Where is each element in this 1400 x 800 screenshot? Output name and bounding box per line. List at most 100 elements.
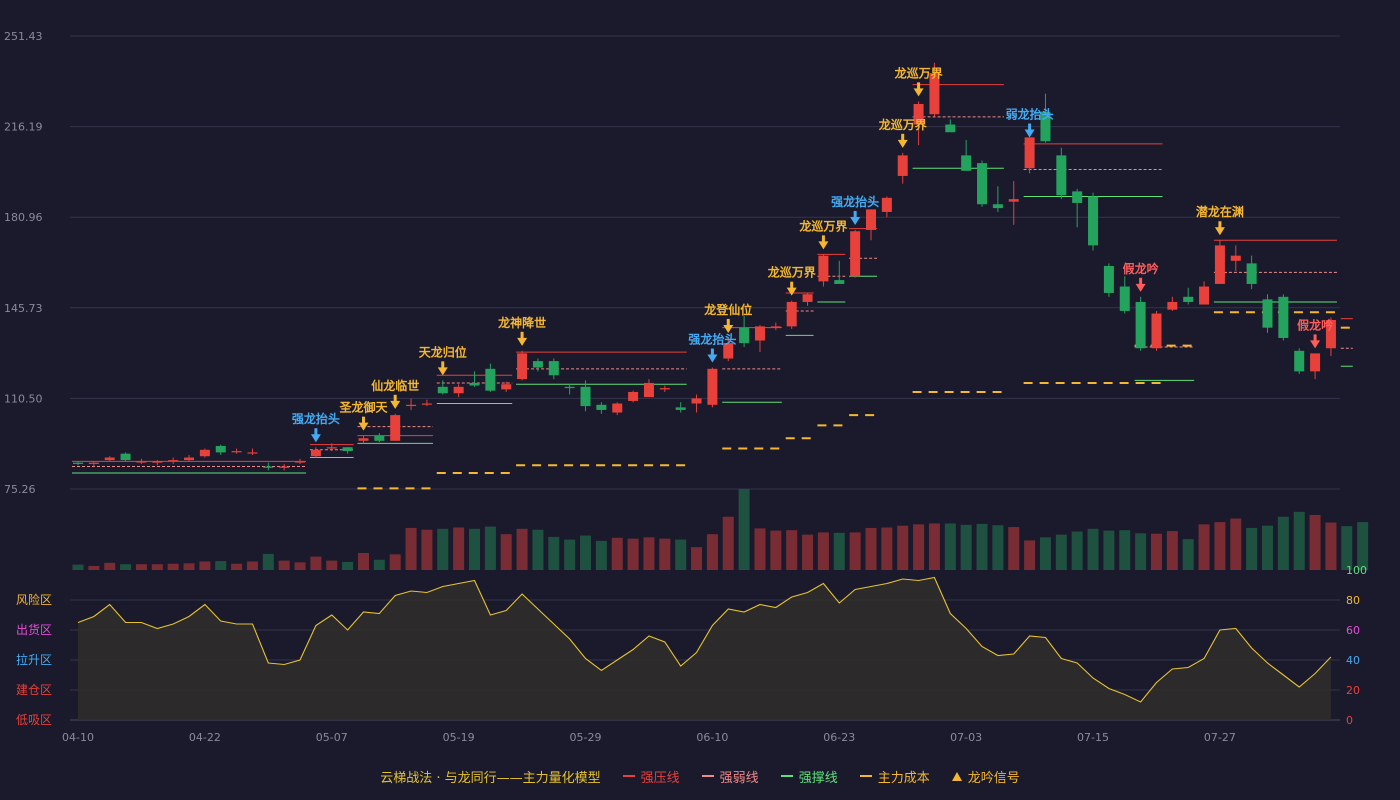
signal-label: 假龙吟 — [1297, 317, 1333, 332]
candle-body — [834, 280, 845, 284]
candle-body — [1072, 191, 1083, 203]
candle — [977, 160, 988, 207]
candle-body — [1024, 137, 1035, 169]
candle — [786, 300, 797, 329]
signal-arrow-stem — [393, 394, 397, 402]
osc-tick-label: 80 — [1346, 594, 1360, 607]
candle-body — [517, 353, 528, 380]
signal-arrow-stem — [1218, 221, 1222, 229]
candle-body — [1310, 353, 1321, 372]
candle-body — [295, 461, 306, 463]
signal-label: 龙巡万界 — [895, 65, 943, 80]
signal-arrow-stem — [821, 235, 825, 243]
legend-label-cost: 主力成本 — [877, 770, 930, 786]
candle-body — [1008, 199, 1019, 202]
candle-body — [707, 368, 718, 405]
candle-body — [1088, 196, 1099, 246]
signal-label: 强龙抬头 — [831, 194, 879, 209]
candle — [279, 463, 290, 471]
signal-arrow-icon — [897, 139, 908, 148]
candle — [247, 448, 258, 455]
signal-arrow-icon — [517, 337, 528, 346]
price-tick-label: 145.73 — [4, 302, 43, 315]
volume-bar — [1008, 527, 1020, 570]
candle-body — [104, 457, 115, 461]
signal-label: 圣龙御天 — [338, 400, 388, 415]
candle — [1262, 294, 1273, 333]
candle-body — [564, 386, 575, 389]
candle-body — [739, 327, 750, 344]
candle-body — [358, 438, 369, 441]
candle — [866, 209, 876, 241]
legend-item-weak[interactable]: 强弱线 — [701, 767, 759, 786]
legend-title-text: 云梯战法 · 与龙同行——主力量化模型 — [380, 770, 601, 786]
candle — [1214, 240, 1225, 284]
resistance-line-swatch — [622, 775, 635, 777]
volume-bar — [1135, 533, 1147, 570]
candle — [453, 384, 464, 398]
volume-bar — [564, 539, 576, 570]
candle-body — [1183, 296, 1194, 302]
candle — [596, 402, 607, 414]
candle — [1135, 296, 1146, 351]
volume-bar — [627, 538, 639, 570]
candle — [548, 358, 559, 380]
osc-tick-label: 100 — [1346, 564, 1367, 577]
candle-body — [501, 384, 512, 390]
candle-body — [184, 457, 195, 461]
signal-label: 仙龙临世 — [371, 378, 419, 393]
candle-body — [231, 451, 242, 453]
volume-bar — [215, 561, 227, 570]
volume-bar — [643, 537, 655, 570]
signal-label: 假龙吟 — [1123, 261, 1159, 276]
legend-title: 云梯战法 · 与龙同行——主力量化模型 — [380, 767, 600, 786]
signal-arrow-icon — [1024, 129, 1035, 138]
candle-body — [1214, 245, 1225, 284]
signal-label: 天龙归位 — [419, 344, 467, 359]
signal-arrow-stem — [441, 361, 445, 369]
candle-body — [945, 124, 956, 133]
volume-bar — [1182, 539, 1194, 570]
volume-bar — [262, 553, 274, 570]
volume-bar — [1071, 531, 1083, 570]
candle — [104, 456, 115, 462]
signal-arrow-stem — [901, 133, 905, 141]
signal-arrow-stem — [1313, 334, 1317, 342]
candle-body — [992, 204, 1003, 209]
price-tick-label: 180.96 — [4, 211, 43, 224]
volume-bar — [1293, 511, 1305, 570]
signal-marker: 强龙抬头 — [292, 411, 340, 443]
signal-arrow-stem — [314, 428, 318, 436]
legend-item-support[interactable]: 强撑线 — [780, 767, 838, 786]
legend-item-resistance[interactable]: 强压线 — [622, 767, 680, 786]
candle-body — [1151, 313, 1162, 349]
candle — [850, 229, 861, 278]
signal-markers: 强龙抬头圣龙御天仙龙临世天龙归位龙神降世强龙抬头龙登仙位龙巡万界龙巡万界强龙抬头… — [292, 65, 1333, 443]
candle — [120, 452, 131, 462]
candle — [770, 322, 781, 331]
candle-body — [675, 407, 686, 410]
candle — [485, 363, 496, 392]
candle — [1072, 188, 1083, 228]
candle — [1167, 296, 1178, 311]
candle-body — [1103, 265, 1114, 293]
volume-bar — [326, 560, 338, 570]
candle-body — [120, 453, 131, 461]
candle — [612, 402, 623, 416]
legend-item-signal[interactable]: 龙吟信号 — [951, 767, 1020, 786]
candle — [675, 402, 686, 413]
volume-bar — [231, 563, 243, 570]
volume-bar — [342, 561, 354, 570]
candle-body — [770, 326, 781, 328]
volume-bar — [104, 562, 116, 570]
signal-marker: 龙巡万界 — [768, 265, 816, 296]
candle — [1056, 147, 1067, 200]
legend-item-cost[interactable]: 主力成本 — [859, 767, 930, 786]
support-line-swatch — [780, 775, 793, 777]
candle-body — [310, 449, 321, 457]
volume-bar — [881, 527, 893, 570]
volume-bar — [1277, 516, 1289, 570]
candle-body — [406, 404, 417, 407]
signal-arrow-icon — [437, 367, 448, 376]
signal-arrow-icon — [1214, 227, 1225, 236]
